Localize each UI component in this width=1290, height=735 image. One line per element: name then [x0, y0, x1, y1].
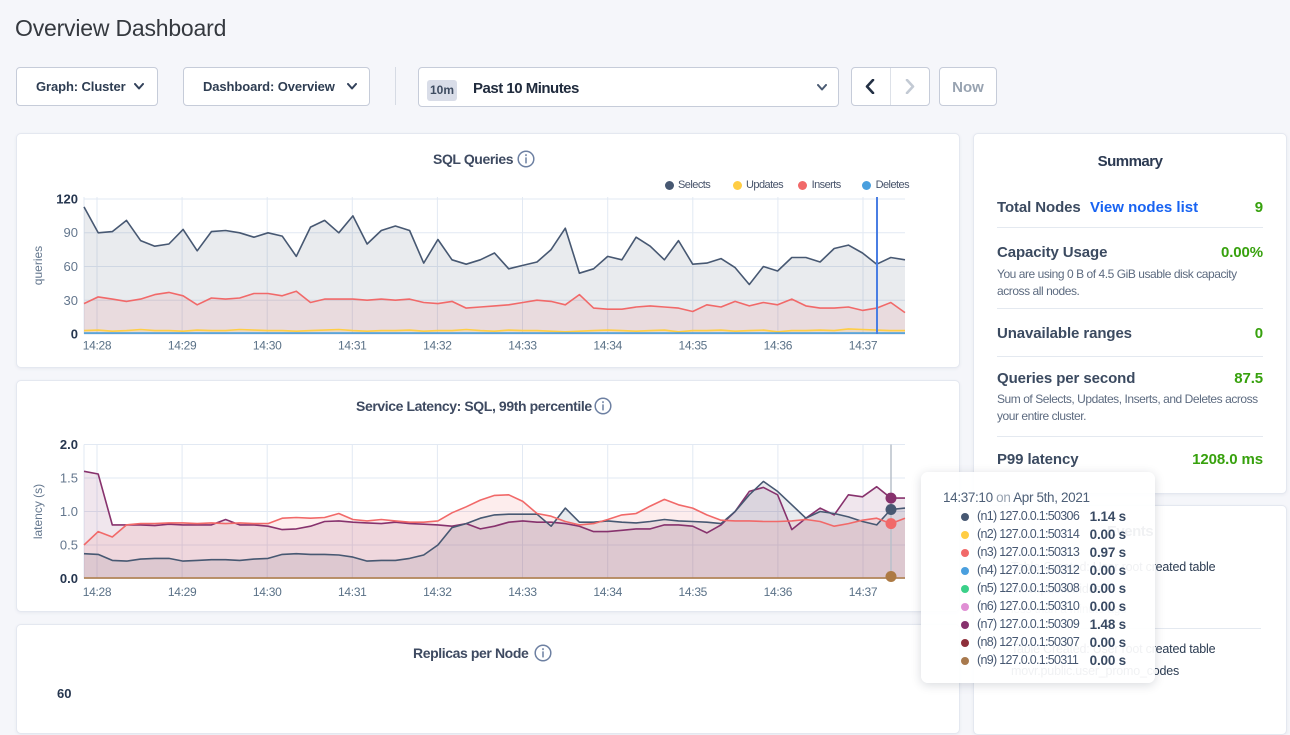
- svg-text:1.5: 1.5: [60, 471, 78, 486]
- svg-text:queries: queries: [31, 246, 45, 285]
- svg-text:latency (s): latency (s): [31, 484, 45, 539]
- svg-text:14:32: 14:32: [423, 339, 452, 353]
- svg-text:14:35: 14:35: [679, 585, 708, 599]
- svg-text:14:32: 14:32: [423, 585, 452, 599]
- svg-text:0.0: 0.0: [60, 571, 78, 586]
- svg-text:0: 0: [71, 327, 78, 342]
- svg-text:14:37: 14:37: [849, 585, 878, 599]
- svg-text:120: 120: [56, 192, 78, 207]
- svg-text:14:30: 14:30: [253, 585, 282, 599]
- svg-text:14:30: 14:30: [253, 339, 282, 353]
- svg-text:14:36: 14:36: [764, 585, 793, 599]
- svg-text:14:31: 14:31: [338, 585, 367, 599]
- svg-text:14:28: 14:28: [83, 585, 112, 599]
- svg-text:14:36: 14:36: [764, 339, 793, 353]
- svg-text:14:29: 14:29: [168, 339, 197, 353]
- svg-text:14:33: 14:33: [508, 585, 537, 599]
- svg-text:0.5: 0.5: [60, 538, 78, 553]
- svg-text:90: 90: [64, 225, 78, 240]
- svg-text:60: 60: [64, 259, 78, 274]
- svg-text:14:31: 14:31: [338, 339, 367, 353]
- svg-text:30: 30: [64, 293, 78, 308]
- svg-text:14:28: 14:28: [83, 339, 112, 353]
- svg-text:14:29: 14:29: [168, 585, 197, 599]
- svg-text:2.0: 2.0: [60, 437, 78, 452]
- svg-text:14:34: 14:34: [593, 585, 622, 599]
- svg-text:14:33: 14:33: [508, 339, 537, 353]
- svg-text:1.0: 1.0: [60, 504, 78, 519]
- svg-text:14:34: 14:34: [593, 339, 622, 353]
- svg-text:14:37: 14:37: [849, 339, 878, 353]
- svg-text:14:35: 14:35: [679, 339, 708, 353]
